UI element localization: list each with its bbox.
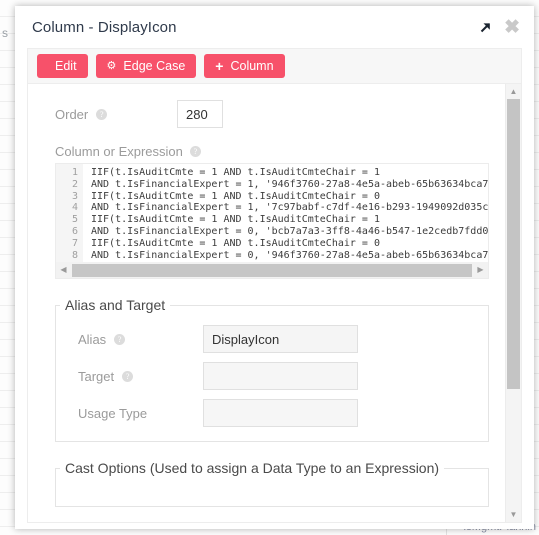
- code-line: AND t.IsFinancialExpert = 1, '946f3760-2…: [91, 178, 488, 190]
- code-line-number-gutter: 1 2 3 4 5 6 7 8: [56, 164, 83, 262]
- target-help-icon[interactable]: ?: [122, 370, 134, 382]
- order-help-icon[interactable]: ?: [96, 108, 108, 120]
- modal-scroll-content: Order ? Column or Expression ? 1 2 3 4: [28, 84, 513, 522]
- usage-type-input[interactable]: [203, 399, 358, 427]
- code-line: IIF(t.IsAuditCmte = 1 AND t.IsAuditCmteC…: [91, 214, 380, 226]
- code-line: AND t.IsFinancialExpert = 1, '7c97babf-c…: [91, 202, 488, 214]
- usage-type-label: Usage Type: [78, 405, 148, 421]
- gear-icon: ⚙: [106, 59, 117, 72]
- line-number: 2: [71, 178, 78, 190]
- order-label-group: Order ?: [55, 107, 177, 122]
- edit-button-label: Edit: [55, 58, 77, 73]
- popout-arrow-icon[interactable]: [478, 20, 493, 35]
- alias-and-target-panel: Alias and Target Alias ? Target ?: [55, 297, 489, 442]
- alias-label-group: Alias ?: [78, 332, 203, 347]
- expression-help-icon[interactable]: ?: [189, 146, 201, 157]
- background-left-text: s: [2, 26, 8, 40]
- edit-button[interactable]: Edit: [37, 54, 88, 78]
- code-line: AND t.IsFinancialExpert = 0, 'bcb7a7a3-3…: [91, 225, 488, 237]
- expression-label-group: Column or Expression ?: [55, 144, 493, 159]
- line-number: 5: [71, 214, 78, 226]
- alias-row: Alias ?: [56, 325, 488, 353]
- cast-options-legend: Cast Options (Used to assign a Data Type…: [65, 460, 440, 476]
- target-label: Target: [78, 368, 115, 384]
- modal-header-actions: ✖: [478, 18, 520, 37]
- modal-header: Column - DisplayIcon ✖: [15, 6, 534, 48]
- alias-input[interactable]: [203, 325, 358, 353]
- alias-and-target-legend: Alias and Target: [65, 297, 166, 313]
- line-number: 7: [71, 237, 78, 249]
- expression-code-editor[interactable]: 1 2 3 4 5 6 7 8 IIF(t.IsAuditCmte = 1 AN…: [55, 163, 489, 262]
- scroll-left-arrow-icon[interactable]: ◀: [56, 266, 71, 274]
- expression-label: Column or Expression: [55, 144, 183, 159]
- target-input[interactable]: [203, 362, 358, 390]
- line-number: 4: [71, 202, 78, 214]
- alias-help-icon[interactable]: ?: [114, 333, 126, 345]
- modal-body: Order ? Column or Expression ? 1 2 3 4: [27, 83, 522, 523]
- code-text-area[interactable]: IIF(t.IsAuditCmte = 1 AND t.IsAuditCmteC…: [83, 164, 488, 262]
- code-line: IIF(t.IsAuditCmte = 1 AND t.IsAuditCmteC…: [91, 237, 380, 249]
- usage-type-label-group: Usage Type: [78, 406, 203, 421]
- edge-case-button-label: Edge Case: [123, 58, 186, 73]
- line-number: 3: [71, 190, 78, 202]
- column-detail-modal: Column - DisplayIcon ✖ Edit ⚙ Edge Case …: [15, 6, 534, 529]
- usage-type-row: Usage Type: [56, 399, 488, 427]
- page-title: Column - DisplayIcon: [32, 18, 177, 36]
- close-icon[interactable]: ✖: [504, 18, 520, 37]
- modal-vertical-scrollbar[interactable]: ▲ ▼: [505, 84, 521, 522]
- code-hscroll-thumb[interactable]: [72, 263, 472, 277]
- vertical-scrollbar-thumb[interactable]: [507, 99, 520, 389]
- code-line: IIF(t.IsAuditCmte = 1 AND t.IsAuditCmteC…: [91, 190, 380, 202]
- line-number: 6: [71, 225, 78, 237]
- target-label-group: Target ?: [78, 369, 203, 384]
- scroll-right-arrow-icon[interactable]: ▶: [473, 266, 488, 274]
- edge-case-button[interactable]: ⚙ Edge Case: [95, 54, 197, 78]
- code-line: AND t.IsFinancialExpert = 0, '946f3760-2…: [91, 249, 488, 261]
- scroll-up-arrow-icon[interactable]: ▲: [506, 84, 521, 99]
- add-column-button[interactable]: + Column: [204, 54, 285, 78]
- modal-toolbar: Edit ⚙ Edge Case + Column: [27, 48, 522, 83]
- line-number: 1: [71, 167, 78, 178]
- order-row: Order ?: [55, 100, 493, 128]
- code-line: IIF(t.IsAuditCmte = 1 AND t.IsAuditCmteC…: [91, 167, 380, 178]
- code-horizontal-scrollbar[interactable]: ◀ ▶: [55, 262, 489, 279]
- target-row: Target ?: [56, 362, 488, 390]
- alias-label: Alias: [78, 331, 107, 347]
- scroll-down-arrow-icon[interactable]: ▼: [506, 507, 521, 522]
- cast-options-panel: Cast Options (Used to assign a Data Type…: [55, 460, 489, 507]
- plus-icon: +: [215, 58, 224, 74]
- line-number: 8: [71, 249, 78, 261]
- order-label: Order: [55, 106, 89, 122]
- order-input[interactable]: [177, 100, 223, 128]
- add-column-button-label: Column: [230, 58, 274, 73]
